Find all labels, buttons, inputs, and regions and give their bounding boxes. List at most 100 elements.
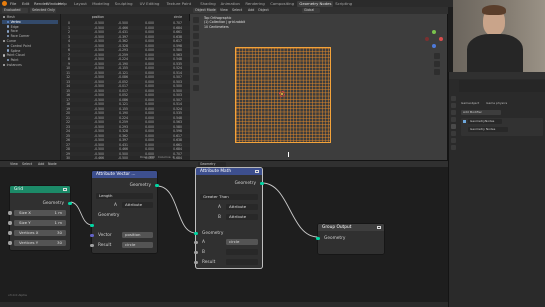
object-tab-icon[interactable] [451,131,456,136]
selected-only-toggle[interactable]: Selected Only [30,8,56,13]
workspace-tab-4[interactable]: Texture Paint [165,1,194,7]
physics-tab-icon[interactable] [451,138,456,143]
size-x-socket[interactable] [8,211,12,215]
spreadsheet-footer: Rows: 900 Columns: 2 [140,155,188,159]
game-physics-tab[interactable]: Game physics [486,101,507,105]
group-output-node[interactable]: Group Output Geometry [316,224,384,254]
tool-tab-icon[interactable] [451,96,456,101]
evaluated-dropdown[interactable]: Evaluated [2,8,28,13]
menu-4[interactable]: Help [58,1,67,7]
grid-geometry-output-socket[interactable] [68,201,72,205]
render-tab-icon[interactable] [451,103,456,108]
neg-x-axis-icon[interactable] [425,37,429,41]
output-geometry-input-socket[interactable] [316,236,320,240]
size-y-socket[interactable] [8,221,12,225]
vector-a-type-dropdown[interactable]: Attribute [122,202,153,208]
node-editor[interactable]: ViewSelectAddNode Geometry Nodes Grid Ge… [0,160,448,302]
attribute-math-node[interactable]: Attribute Math Geometry Greater Than A A… [194,168,264,268]
spreadsheet-editor: Evaluated Selected Only Mesh Vertex Edge Fa… [0,7,190,161]
camera-view-icon[interactable] [434,69,440,75]
zoom-icon[interactable] [434,53,440,59]
cursor-tool-icon[interactable] [193,25,199,31]
tree-item-label: Control Point [10,43,32,48]
modifier-name-field[interactable]: GeometryNodes [468,119,502,124]
scale-tool-icon[interactable] [193,49,199,55]
math-result-field[interactable] [226,259,258,265]
math-result-socket[interactable] [194,261,198,265]
navigation-gizmo[interactable] [424,29,444,49]
node-preview-icon[interactable] [255,170,259,173]
add-modifier-button[interactable]: Add Modifier [461,110,501,115]
tree-item[interactable]: Mesh [2,15,58,19]
add-cube-tool-icon[interactable] [193,85,199,91]
rotate-tool-icon[interactable] [193,41,199,47]
node-preview-icon[interactable] [63,188,67,191]
size-y-field[interactable]: Size Y 1 m [14,220,66,226]
size-x-field[interactable]: Size X 1 m [14,210,66,216]
math-geometry-input-socket[interactable] [194,231,198,235]
math-a-type-dropdown[interactable]: Attribute [226,204,258,210]
viewport-menu-3[interactable]: Object [258,8,269,14]
transform-orientation[interactable]: Global [302,8,320,13]
workspace-tab-6[interactable]: Animation [219,1,242,7]
annotate-tool-icon[interactable] [193,67,199,73]
3d-viewport[interactable]: Object Mode View Select Add Object Global T… [190,7,448,160]
group-output-header[interactable]: Group Output [318,224,384,231]
vector-result-field[interactable]: circle [122,242,153,248]
z-axis-icon[interactable] [432,44,436,48]
math-b-type-dropdown[interactable]: Attribute [226,214,258,220]
workspace-tab-2[interactable]: Sculpting [113,1,135,7]
viewport-menu-0[interactable]: View [220,8,228,14]
workspace-tab-8[interactable]: Compositing [268,1,296,7]
scene-tab-icon[interactable] [451,117,456,122]
vector-vector-socket[interactable] [90,234,94,238]
measure-tool-icon[interactable] [193,75,199,81]
vector-vector-field[interactable]: position [122,232,153,238]
blender-logo-icon[interactable] [2,1,7,6]
workspace-tab-5[interactable]: Shading [198,1,217,7]
gameobject-tab[interactable]: Gameobject [461,101,479,105]
mode-dropdown[interactable]: Object Mode [193,8,217,13]
transform-tool-icon[interactable] [193,57,199,63]
workspace-tab-7[interactable]: Rendering [243,1,266,7]
vector-result-socket[interactable] [90,244,94,248]
menu-0[interactable]: File [10,1,16,7]
workspace-tab-3[interactable]: UV Editing [138,1,162,7]
math-a-input-socket[interactable] [194,241,198,245]
vector-operation-dropdown[interactable]: Length [96,193,153,199]
attribute-vector-math-node[interactable]: Attribute Vector ... Geometry Length A A… [90,171,159,253]
viewport-menu-1[interactable]: Select [232,8,242,14]
attribute-math-header[interactable]: Attribute Math [196,168,262,175]
modifier-tab-icon[interactable] [451,124,456,129]
pan-icon[interactable] [434,61,440,67]
math-b-input-socket[interactable] [194,251,198,255]
node-group-field[interactable]: Geometry Nodes [468,127,508,132]
math-b-input-field[interactable] [226,249,258,255]
viewport-menu-2[interactable]: Add [248,8,254,14]
vertices-x-socket[interactable] [8,231,12,235]
move-tool-icon[interactable] [193,33,199,39]
grid-node[interactable]: Grid Geometry Size X 1 m Size Y 1 m Vert… [8,186,72,250]
viewport-header: Object Mode View Select Add Object Global [190,7,448,14]
math-geometry-output-socket[interactable] [260,181,264,185]
vertices-y-socket[interactable] [8,241,12,245]
select-tool-icon[interactable] [193,17,199,23]
workspace-tab-0[interactable]: Layout [72,1,89,7]
vertices-y-field[interactable]: Vertices Y 30 [14,240,66,246]
grid-node-header[interactable]: Grid [10,186,70,193]
vector-geometry-input-socket[interactable] [90,224,94,228]
workspace-tab-1[interactable]: Modeling [90,1,111,7]
math-a-input-field[interactable]: circle [226,239,258,245]
math-operation-dropdown[interactable]: Greater Than [200,194,258,200]
data-tab-icon[interactable] [451,145,456,150]
workspace-tab-9[interactable]: Geometry Nodes [297,0,334,7]
attribute-vector-header[interactable]: Attribute Vector ... [92,171,157,178]
x-axis-icon[interactable] [439,37,443,41]
workspace-tab-10[interactable]: Scripting [333,1,354,7]
menu-1[interactable]: Edit [22,1,29,7]
node-editor-version: v3.0.0 Alpha [8,293,27,297]
vertices-x-field[interactable]: Vertices X 30 [14,230,66,236]
output-tab-icon[interactable] [451,110,456,115]
y-axis-icon[interactable] [432,30,436,34]
node-preview-icon[interactable] [377,226,381,229]
